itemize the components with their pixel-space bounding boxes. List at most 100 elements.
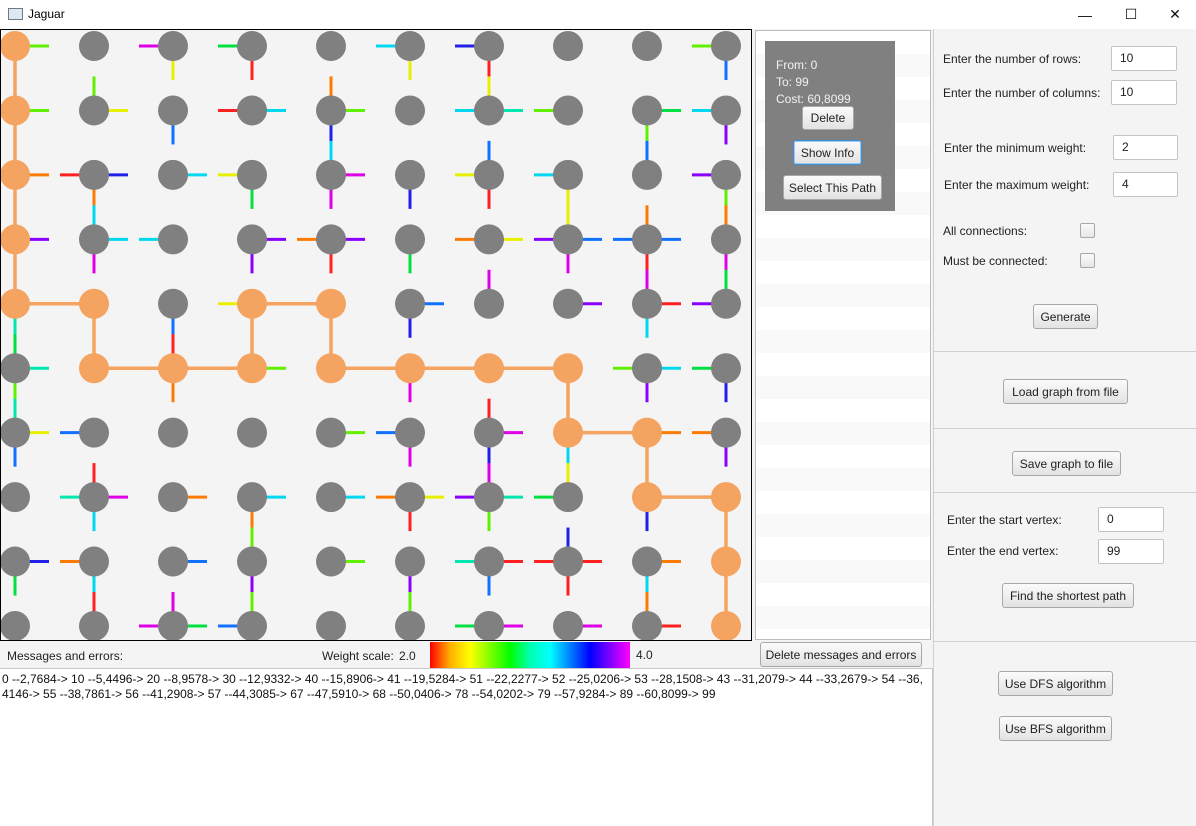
graph-vertex[interactable]	[158, 482, 188, 513]
graph-vertex[interactable]	[395, 611, 425, 640]
graph-vertex[interactable]	[632, 159, 662, 190]
path-vertex[interactable]	[1, 224, 30, 255]
path-list-row[interactable]	[756, 238, 930, 261]
graph-vertex[interactable]	[316, 95, 346, 126]
graph-vertex[interactable]	[632, 95, 662, 126]
graph-vertex[interactable]	[711, 353, 741, 384]
graph-vertex[interactable]	[711, 31, 741, 61]
graph-vertex[interactable]	[395, 95, 425, 126]
graph-vertex[interactable]	[711, 417, 741, 448]
graph-vertex[interactable]	[79, 95, 109, 126]
graph-vertex[interactable]	[237, 95, 267, 126]
path-vertex[interactable]	[395, 353, 425, 384]
path-list-row[interactable]	[756, 215, 930, 238]
graph-vertex[interactable]	[158, 417, 188, 448]
start-vertex-input[interactable]: 0	[1098, 507, 1164, 532]
graph-vertex[interactable]	[474, 288, 504, 319]
graph-vertex[interactable]	[158, 224, 188, 255]
path-list-row[interactable]	[756, 468, 930, 491]
end-vertex-input[interactable]: 99	[1098, 539, 1164, 564]
path-vertex[interactable]	[79, 353, 109, 384]
graph-vertex[interactable]	[1, 546, 30, 577]
graph-vertex[interactable]	[632, 224, 662, 255]
graph-vertex[interactable]	[711, 159, 741, 190]
path-list-row[interactable]	[756, 491, 930, 514]
path-list-row[interactable]	[756, 353, 930, 376]
maximize-button[interactable]: ☐	[1108, 0, 1154, 29]
path-vertex[interactable]	[1, 31, 30, 61]
path-vertex[interactable]	[237, 353, 267, 384]
graph-vertex[interactable]	[395, 482, 425, 513]
graph-vertex[interactable]	[474, 482, 504, 513]
graph-vertex[interactable]	[553, 159, 583, 190]
graph-vertex[interactable]	[79, 482, 109, 513]
path-list-row[interactable]	[756, 284, 930, 307]
path-vertex[interactable]	[316, 353, 346, 384]
path-vertex[interactable]	[474, 353, 504, 384]
path-list-row[interactable]	[756, 606, 930, 629]
path-vertex[interactable]	[553, 417, 583, 448]
graph-vertex[interactable]	[1, 417, 30, 448]
path-list-row[interactable]	[756, 330, 930, 353]
graph-vertex[interactable]	[158, 546, 188, 577]
graph-vertex[interactable]	[158, 95, 188, 126]
graph-vertex[interactable]	[395, 417, 425, 448]
must-be-connected-checkbox[interactable]	[1080, 253, 1095, 268]
graph-vertex[interactable]	[474, 95, 504, 126]
graph-vertex[interactable]	[237, 224, 267, 255]
path-vertex[interactable]	[632, 417, 662, 448]
graph-vertex[interactable]	[474, 159, 504, 190]
graph-canvas[interactable]	[0, 29, 752, 641]
graph-vertex[interactable]	[395, 288, 425, 319]
path-vertex[interactable]	[237, 288, 267, 319]
graph-vertex[interactable]	[79, 546, 109, 577]
graph-vertex[interactable]	[158, 31, 188, 61]
graph-vertex[interactable]	[632, 288, 662, 319]
graph-vertex[interactable]	[237, 159, 267, 190]
graph-vertex[interactable]	[316, 224, 346, 255]
graph-vertex[interactable]	[553, 482, 583, 513]
bfs-button[interactable]: Use BFS algorithm	[999, 716, 1112, 741]
graph-vertex[interactable]	[158, 159, 188, 190]
graph-vertex[interactable]	[79, 159, 109, 190]
all-connections-checkbox[interactable]	[1080, 223, 1095, 238]
graph-vertex[interactable]	[316, 31, 346, 61]
graph-vertex[interactable]	[316, 159, 346, 190]
graph-vertex[interactable]	[316, 417, 346, 448]
graph-vertex[interactable]	[553, 288, 583, 319]
path-list-row[interactable]	[756, 583, 930, 606]
path-vertex[interactable]	[316, 288, 346, 319]
path-list-row[interactable]	[756, 307, 930, 330]
graph-vertex[interactable]	[1, 353, 30, 384]
load-graph-button[interactable]: Load graph from file	[1003, 379, 1128, 404]
graph-vertex[interactable]	[474, 546, 504, 577]
graph-vertex[interactable]	[474, 417, 504, 448]
minimize-button[interactable]: —	[1062, 0, 1108, 29]
delete-messages-button[interactable]: Delete messages and errors	[760, 642, 922, 667]
graph-vertex[interactable]	[553, 546, 583, 577]
path-vertex[interactable]	[1, 288, 30, 319]
path-vertex[interactable]	[711, 482, 741, 513]
dfs-button[interactable]: Use DFS algorithm	[998, 671, 1113, 696]
graph-vertex[interactable]	[553, 95, 583, 126]
graph-vertex[interactable]	[553, 611, 583, 640]
graph-vertex[interactable]	[395, 546, 425, 577]
path-list-row[interactable]	[756, 537, 930, 560]
path-list-row[interactable]	[756, 514, 930, 537]
path-list-row[interactable]	[756, 376, 930, 399]
graph-vertex[interactable]	[711, 95, 741, 126]
rows-input[interactable]: 10	[1111, 46, 1177, 71]
close-button[interactable]: ✕	[1152, 0, 1196, 29]
path-vertex[interactable]	[553, 353, 583, 384]
graph-vertex[interactable]	[158, 288, 188, 319]
path-list-row[interactable]	[756, 560, 930, 583]
graph-vertex[interactable]	[237, 482, 267, 513]
graph-vertex[interactable]	[79, 224, 109, 255]
path-vertex[interactable]	[158, 353, 188, 384]
path-vertex[interactable]	[711, 546, 741, 577]
graph-vertex[interactable]	[395, 31, 425, 61]
graph-vertex[interactable]	[158, 611, 188, 640]
graph-vertex[interactable]	[1, 611, 30, 640]
graph-vertex[interactable]	[237, 611, 267, 640]
graph-vertex[interactable]	[711, 224, 741, 255]
